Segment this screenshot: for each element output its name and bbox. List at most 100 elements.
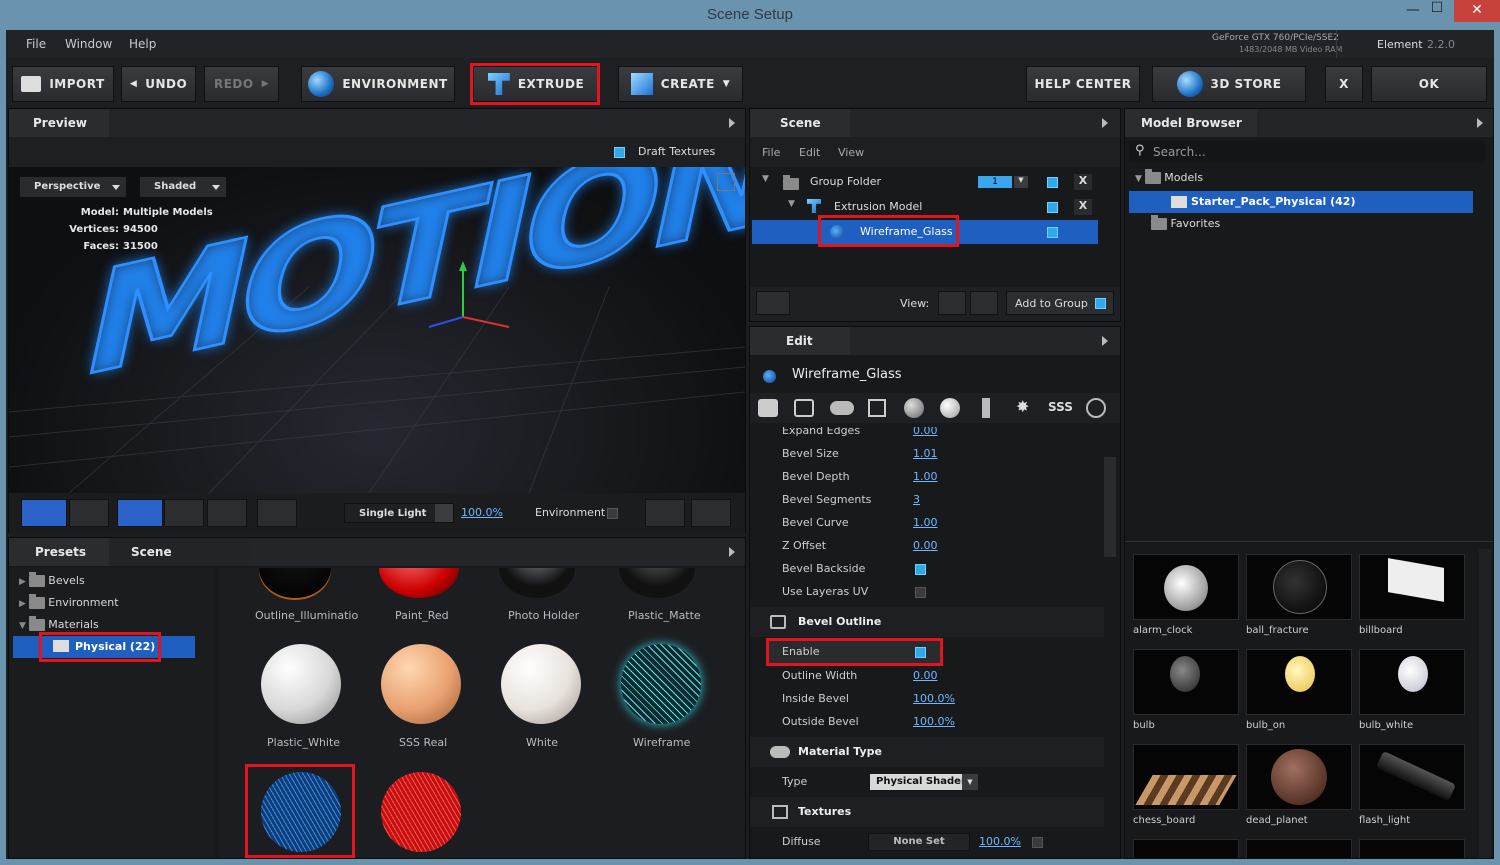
draft-textures-checkbox[interactable] xyxy=(614,147,625,158)
import-button[interactable]: IMPORT xyxy=(12,66,114,102)
monitor-icon[interactable] xyxy=(691,499,731,527)
prop-value[interactable]: 3 xyxy=(913,493,920,506)
create-button[interactable]: CREATE ▼ xyxy=(618,66,743,102)
material-ball[interactable] xyxy=(381,772,461,852)
expand-viewport-icon[interactable] xyxy=(717,173,735,191)
material-ball[interactable] xyxy=(619,568,695,598)
scale-tool-icon[interactable] xyxy=(207,499,247,527)
prop-value[interactable]: 100.0% xyxy=(913,715,955,728)
diffuse-percent[interactable]: 100.0% xyxy=(979,835,1021,848)
material-ball-selected[interactable] xyxy=(261,772,341,852)
thumb-alarm-clock[interactable] xyxy=(1133,554,1239,620)
axis-tool-icon[interactable] xyxy=(257,499,297,527)
viewport[interactable]: MOTIONWO xyxy=(9,167,745,493)
reflection-icon[interactable] xyxy=(940,398,960,418)
prop-value[interactable]: 1.01 xyxy=(913,447,938,460)
diffuse-checkbox[interactable] xyxy=(1032,837,1043,848)
sss-icon[interactable]: SSS xyxy=(1048,400,1073,414)
remove-button[interactable]: X xyxy=(1074,174,1092,190)
sphere-view-icon[interactable] xyxy=(938,291,966,315)
help-center-button[interactable]: HELP CENTER xyxy=(1026,66,1140,102)
browser-search[interactable]: ⚲ Search... xyxy=(1129,141,1485,163)
visibility-checkbox[interactable] xyxy=(1047,202,1058,213)
scene-menu-file[interactable]: File xyxy=(762,146,780,159)
material-ball[interactable] xyxy=(259,568,331,598)
environment-button[interactable]: ENVIRONMENT xyxy=(301,66,455,102)
close-window-button[interactable]: ✕ xyxy=(1454,0,1500,22)
undo-button[interactable]: ◀ UNDO xyxy=(121,66,196,102)
prop-value[interactable]: 1.00 xyxy=(913,470,938,483)
cancel-button[interactable]: X xyxy=(1325,66,1363,102)
visibility-checkbox[interactable] xyxy=(1047,177,1058,188)
light-percent[interactable]: 100.0% xyxy=(461,506,503,519)
scene-menu-edit[interactable]: Edit xyxy=(799,146,820,159)
enable-row[interactable]: Enable xyxy=(768,641,940,663)
thumb-flash-light[interactable] xyxy=(1359,744,1465,810)
tab-model-browser[interactable]: Model Browser xyxy=(1125,109,1257,137)
tree-models[interactable]: ▼ Models xyxy=(1135,169,1203,184)
scene-row-group[interactable]: ▼ Group Folder 1 ▼ X xyxy=(750,170,1120,194)
thumb-item[interactable] xyxy=(1246,839,1352,858)
chevron-right-icon[interactable] xyxy=(1477,118,1483,128)
material-type-dropdown[interactable]: Physical Shader ▼ xyxy=(870,774,978,790)
material-ball[interactable] xyxy=(261,644,341,724)
crosshair-icon[interactable] xyxy=(645,499,685,527)
tree-item-environment[interactable]: ▶ Environment xyxy=(19,594,119,609)
tab-preview[interactable]: Preview xyxy=(9,109,109,137)
textures-section[interactable]: Textures xyxy=(750,797,1104,827)
thumb-item[interactable] xyxy=(1133,839,1239,858)
material-ball[interactable] xyxy=(621,644,701,724)
prop-value[interactable]: 0.00 xyxy=(913,669,938,682)
thumbs-scrollbar[interactable] xyxy=(1479,549,1491,858)
tab-edit[interactable]: Edit xyxy=(750,327,850,355)
chevron-right-icon[interactable] xyxy=(729,547,735,557)
extrude-button[interactable]: EXTRUDE xyxy=(473,66,599,102)
thumb-ball-fracture[interactable] xyxy=(1246,554,1352,620)
material-ball[interactable] xyxy=(501,644,581,724)
image-icon[interactable] xyxy=(868,399,886,417)
material-ball[interactable] xyxy=(381,644,461,724)
material-ball[interactable] xyxy=(499,568,575,598)
thumb-bulb[interactable] xyxy=(1133,649,1239,715)
menu-window[interactable]: Window xyxy=(65,37,112,51)
browser-splitter[interactable] xyxy=(1125,541,1493,542)
ok-button[interactable]: OK xyxy=(1371,66,1487,102)
prop-value[interactable]: 1.00 xyxy=(913,516,938,529)
search-input[interactable]: Search... xyxy=(1153,145,1206,159)
menu-help[interactable]: Help xyxy=(129,37,156,51)
prop-value[interactable]: 100.0% xyxy=(913,692,955,705)
scene-row-extrusion[interactable]: ▼ Extrusion Model X xyxy=(750,195,1120,219)
camera-tool-icon[interactable] xyxy=(21,499,67,527)
new-folder-icon[interactable] xyxy=(756,291,790,315)
thumb-chess-board[interactable] xyxy=(1133,744,1239,810)
camera-mode-dropdown[interactable]: Perspective xyxy=(19,176,127,198)
light-icon[interactable]: ✸ xyxy=(1016,397,1029,416)
remove-button[interactable]: X xyxy=(1074,199,1092,215)
store-button[interactable]: 3D STORE xyxy=(1152,66,1306,102)
diffuse-texture-slot[interactable]: None Set xyxy=(868,833,970,851)
chevron-right-icon[interactable] xyxy=(1102,118,1108,128)
tab-scene[interactable]: Scene xyxy=(750,109,850,137)
material-type-section[interactable]: Material Type xyxy=(750,737,1104,767)
add-to-group-button[interactable]: Add to Group xyxy=(1006,291,1114,315)
scene-row-wireframe[interactable]: Wireframe_Glass xyxy=(752,220,1098,244)
thumb-item[interactable] xyxy=(1359,839,1465,858)
layer-uv-checkbox[interactable] xyxy=(915,587,926,598)
move-tool-icon[interactable] xyxy=(117,499,163,527)
lighting-dropdown[interactable]: Single Light xyxy=(344,503,454,523)
thumb-dead-planet[interactable] xyxy=(1246,744,1352,810)
menu-file[interactable]: File xyxy=(26,37,46,51)
tab-presets[interactable]: Presets xyxy=(9,538,109,566)
glass-icon[interactable] xyxy=(982,398,990,418)
edit-scrollbar[interactable] xyxy=(1104,457,1116,557)
tree-item-physical[interactable]: Physical (22) xyxy=(13,636,195,658)
wireframe-icon[interactable] xyxy=(1086,398,1106,418)
chevron-right-icon[interactable] xyxy=(1102,336,1108,346)
thumb-bulb-white[interactable] xyxy=(1359,649,1465,715)
maximize-button[interactable]: ☐ xyxy=(1420,0,1454,20)
visibility-checkbox[interactable] xyxy=(1047,227,1058,238)
bevel-props-icon[interactable] xyxy=(794,399,814,417)
tree-starter-pack[interactable]: Starter_Pack_Physical (42) xyxy=(1129,191,1473,213)
chevron-down-icon[interactable]: ▼ xyxy=(1014,176,1028,188)
environment-checkbox[interactable] xyxy=(607,508,618,519)
